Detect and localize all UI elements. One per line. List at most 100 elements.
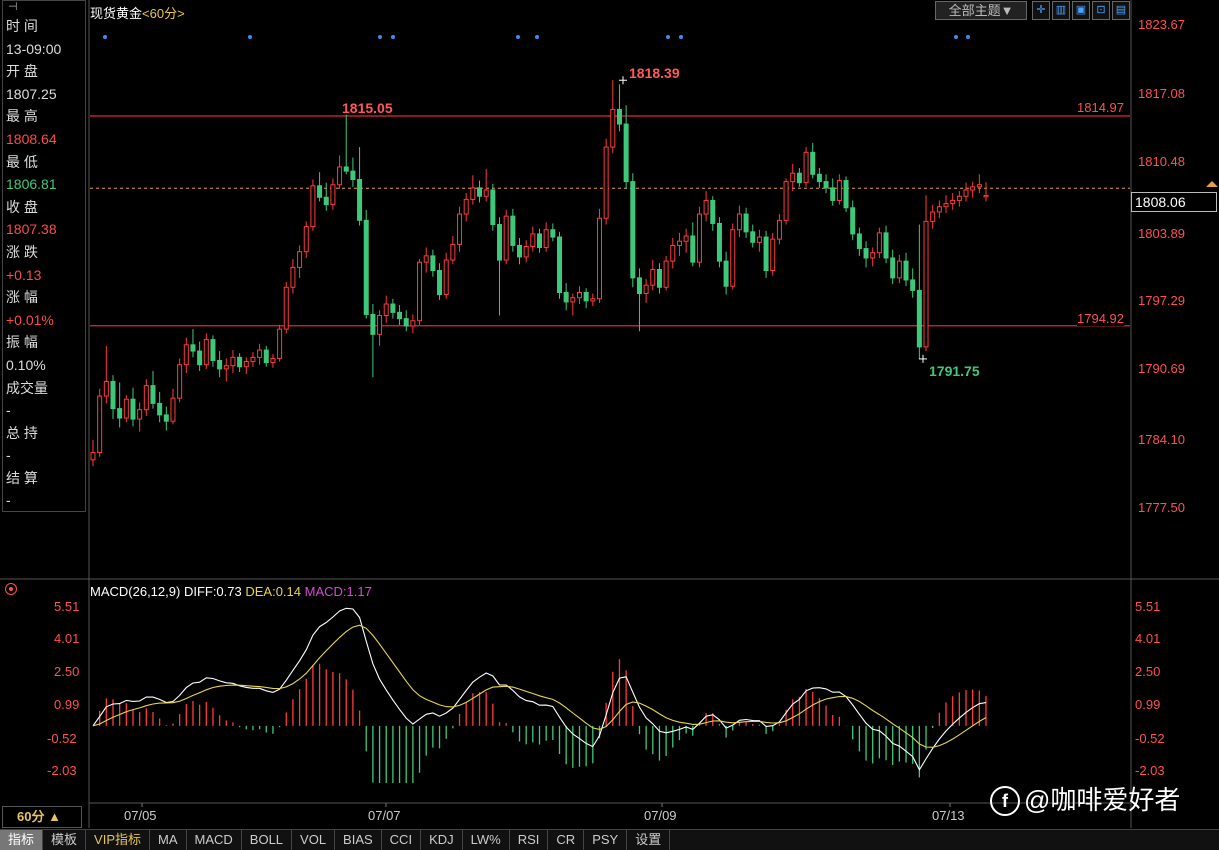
candle-body: [417, 261, 423, 322]
watermark: f @咖啡爱好者: [990, 780, 1180, 817]
tab-9[interactable]: KDJ: [421, 830, 463, 850]
candle-body: [497, 223, 503, 261]
panel-icon[interactable]: ▤: [1112, 1, 1130, 20]
period-label[interactable]: <60分>: [142, 6, 185, 21]
candle-body: [796, 172, 802, 184]
candle-body: [303, 226, 309, 253]
candle-body: [896, 260, 902, 279]
candle-body: [430, 255, 436, 272]
crosshair-icon[interactable]: ✛: [1032, 1, 1050, 20]
candle-body: [676, 240, 682, 246]
tab-13[interactable]: PSY: [584, 830, 628, 850]
macd-axis-label: -0.52: [47, 731, 77, 746]
candle-body: [483, 189, 489, 197]
tab-1[interactable]: 模板: [43, 830, 87, 850]
layout-icon[interactable]: ▥: [1052, 1, 1070, 20]
macd-axis-label: -2.03: [1135, 763, 1165, 778]
candle-body: [956, 195, 962, 201]
candle-body: [290, 266, 296, 288]
candle-body: [277, 328, 283, 359]
macd-axis-label: 0.99: [54, 697, 80, 712]
candle-body: [923, 220, 929, 348]
candle-body: [403, 318, 409, 327]
candle-body: [670, 244, 676, 262]
tab-10[interactable]: LW%: [463, 830, 510, 850]
macd-axis-label: -0.52: [1135, 731, 1165, 746]
candle-body: [950, 199, 956, 205]
candle-body: [183, 344, 189, 366]
macd-axis-label: 2.50: [54, 664, 80, 679]
tab-0[interactable]: 指标: [0, 830, 44, 850]
macd-name[interactable]: MACD(26,12,9): [90, 584, 180, 599]
chart-type-icon[interactable]: ▣: [1072, 1, 1090, 20]
instrument-name: 现货黄金: [90, 6, 143, 21]
tab-5[interactable]: BOLL: [242, 830, 293, 850]
candle-body: [723, 260, 729, 287]
info-label: 收 盘: [6, 198, 38, 215]
tab-12[interactable]: CR: [548, 830, 585, 850]
record-icon[interactable]: [5, 583, 17, 595]
candle-body: [390, 303, 396, 313]
period-selector[interactable]: 60分 ▲: [2, 806, 82, 828]
candle-body: [550, 229, 556, 238]
price-axis-label: 1797.29: [1138, 293, 1185, 308]
info-label: 结 算: [6, 469, 38, 486]
tab-8[interactable]: CCI: [382, 830, 422, 850]
chart-canvas[interactable]: [0, 0, 1219, 850]
theme-dropdown[interactable]: 全部主题▼: [935, 1, 1027, 20]
candle-body: [477, 187, 483, 197]
event-dot-icon: [966, 35, 970, 39]
event-dot-icon: [666, 35, 670, 39]
price-axis-label: 1790.69: [1138, 361, 1185, 376]
support-level-label: 1794.92: [1077, 311, 1124, 326]
maximize-icon[interactable]: ⊡: [1092, 1, 1110, 20]
tab-14[interactable]: 设置: [627, 830, 671, 850]
candle-body: [616, 108, 622, 125]
candle-body: [983, 194, 989, 198]
candle-body: [257, 349, 263, 358]
candle-body: [310, 185, 316, 228]
event-dot-icon: [954, 35, 958, 39]
candle-body: [943, 203, 949, 208]
candle-body: [936, 206, 942, 213]
candle-body: [623, 123, 629, 183]
price-axis-label: 1803.89: [1138, 226, 1185, 241]
macd-axis-label: 2.50: [1135, 664, 1161, 679]
candle-body: [610, 108, 616, 148]
tab-2[interactable]: VIP指标: [86, 830, 150, 850]
event-dot-icon: [378, 35, 382, 39]
info-value: +0.13: [6, 266, 42, 283]
candle-body: [330, 184, 336, 206]
price-axis-label: 1817.08: [1138, 86, 1185, 101]
candle-body: [603, 146, 609, 219]
candle-body: [383, 303, 389, 317]
candle-body: [377, 315, 383, 335]
candle-body: [890, 257, 896, 279]
macd-header: MACD(26,12,9) DIFF:0.73 DEA:0.14 MACD:1.…: [90, 584, 372, 599]
candle-body: [556, 236, 562, 293]
macd-value: MACD:1.17: [304, 584, 372, 599]
event-dot-icon: [679, 35, 683, 39]
candle-body: [210, 339, 216, 361]
info-label: 开 盘: [6, 63, 38, 80]
candle-body: [363, 219, 369, 315]
candle-body: [230, 356, 236, 367]
diff-line: [92, 607, 987, 771]
tab-6[interactable]: VOL: [292, 830, 336, 850]
macd-axis-label: 4.01: [54, 631, 80, 646]
candle-body: [790, 172, 796, 183]
tab-3[interactable]: MA: [150, 830, 187, 850]
candle-body: [716, 222, 722, 262]
candle-body: [523, 245, 529, 258]
candle-body: [137, 409, 143, 420]
tab-7[interactable]: BIAS: [335, 830, 382, 850]
candle-body: [696, 213, 702, 263]
candle-body: [157, 402, 163, 416]
panel-handle-icon[interactable]: ⊣: [8, 0, 18, 13]
resistance-level-label: 1814.97: [1077, 100, 1124, 115]
candle-body: [317, 185, 323, 198]
tab-11[interactable]: RSI: [510, 830, 549, 850]
tab-4[interactable]: MACD: [187, 830, 242, 850]
candle-body: [596, 217, 602, 300]
info-label: 最 低: [6, 153, 38, 170]
